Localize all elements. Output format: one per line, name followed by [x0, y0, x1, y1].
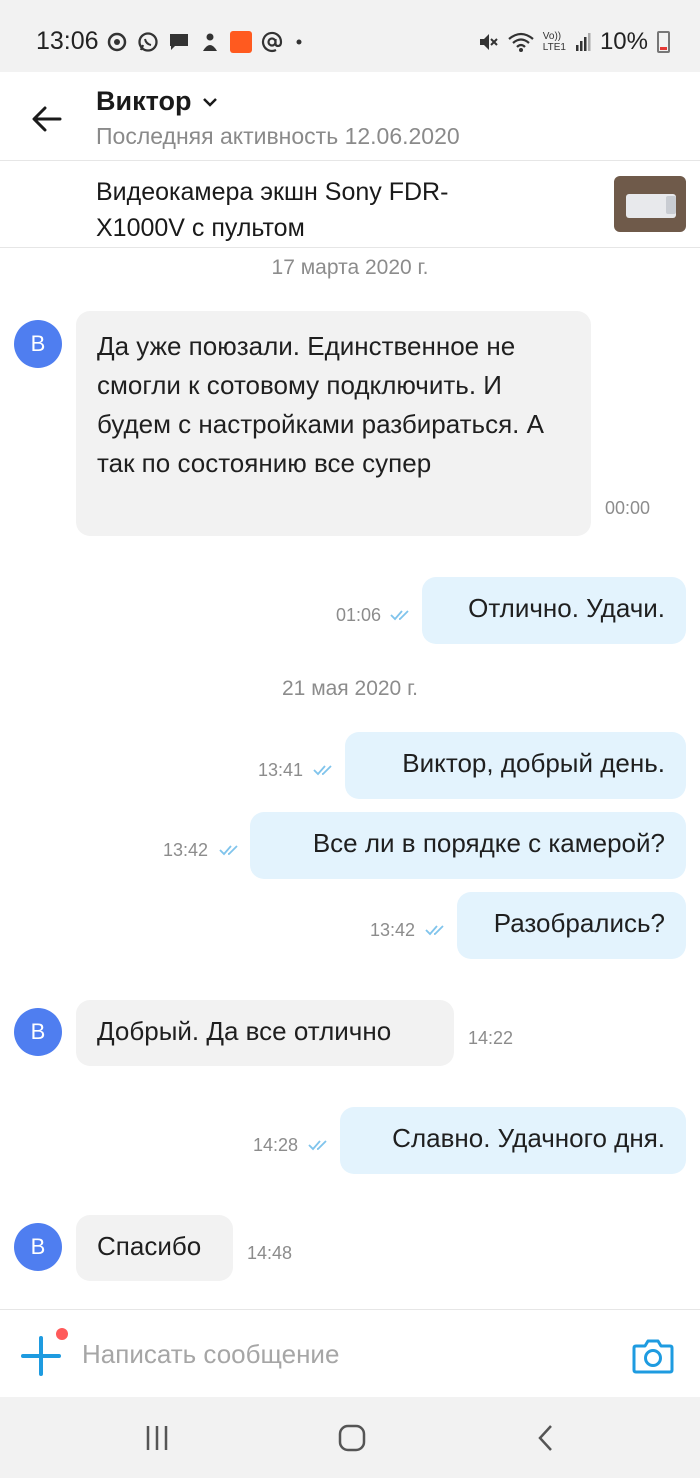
message-bubble-incoming[interactable]: Добрый. Да все отлично: [76, 1000, 454, 1066]
message-bubble-outgoing[interactable]: Отлично. Удачи.: [422, 577, 686, 644]
at-icon: [261, 31, 283, 53]
message-bubble-outgoing[interactable]: Все ли в порядке с камерой?: [250, 812, 686, 879]
battery-percent: 10%: [599, 28, 648, 55]
system-icons: Vo)) LTE1 10%: [477, 26, 670, 58]
double-check-icon: [390, 610, 409, 621]
signal-icon: [575, 33, 591, 51]
network-label: LTE1: [542, 42, 566, 53]
battery-icon: [657, 31, 670, 53]
plus-icon[interactable]: [20, 1335, 62, 1377]
message-bubble-incoming[interactable]: Спасибо: [76, 1215, 233, 1281]
notification-icon: [203, 33, 217, 51]
dot-icon: [296, 39, 302, 45]
notification-dot: [56, 1328, 68, 1340]
last-active-status: Последняя активность 12.06.2020: [96, 123, 460, 149]
date-separator: 17 марта 2020 г.: [271, 256, 429, 279]
listing-thumbnail[interactable]: [614, 176, 686, 232]
message-icon: [170, 34, 188, 50]
home-icon[interactable]: [335, 1421, 369, 1455]
chevron-down-icon[interactable]: [202, 94, 218, 110]
lte-icon: Vo)) LTE1: [543, 31, 566, 53]
message-bubble-incoming[interactable]: Да уже поюзали. Единственное не смогли к…: [76, 311, 591, 536]
status-time: 13:06: [36, 27, 99, 55]
notification-icons: [106, 26, 306, 58]
double-check-icon: [308, 1140, 327, 1151]
volte-label: Vo)): [542, 31, 562, 42]
avatar[interactable]: В: [14, 1008, 62, 1056]
contact-name[interactable]: Виктор: [96, 86, 191, 117]
camera-icon[interactable]: [632, 1336, 674, 1376]
sync-icon: [107, 32, 127, 52]
message-bubble-outgoing[interactable]: Разобрались?: [457, 892, 686, 959]
message-bubble-outgoing[interactable]: Славно. Удачного дня.: [340, 1107, 686, 1174]
double-check-icon: [219, 845, 238, 856]
recent-apps-icon[interactable]: [140, 1421, 174, 1455]
date-separator: 21 мая 2020 г.: [282, 677, 418, 700]
message-time: 14:22: [468, 1028, 514, 1048]
avatar[interactable]: В: [14, 320, 62, 368]
listing-title[interactable]: Видеокамера экшн Sony FDR-X1000V с пульт…: [96, 174, 496, 246]
message-bubble-outgoing[interactable]: Виктор, добрый день.: [345, 732, 686, 799]
system-nav-bar: [0, 1397, 700, 1478]
message-time: 13:41: [258, 760, 304, 780]
aliexpress-icon: [230, 31, 252, 53]
camera-lens: [666, 196, 676, 214]
message-input[interactable]: [82, 1334, 582, 1374]
message-time: 13:42: [163, 840, 209, 860]
back-nav-icon[interactable]: [530, 1421, 564, 1455]
status-bar: 13:06 Vo)) LTE1 10%: [0, 0, 700, 72]
whatsapp-icon: [138, 32, 158, 52]
mute-icon: [479, 34, 498, 50]
message-time: 13:42: [370, 920, 416, 940]
double-check-icon: [313, 765, 332, 776]
wifi-icon: [508, 32, 534, 52]
chat-header: Виктор Последняя активность 12.06.2020: [0, 72, 700, 161]
message-time: 14:48: [247, 1243, 293, 1263]
avatar[interactable]: В: [14, 1223, 62, 1271]
double-check-icon: [425, 925, 444, 936]
message-time: 14:28: [253, 1135, 299, 1155]
message-time: 01:06: [336, 605, 382, 625]
message-composer: [0, 1309, 700, 1398]
listing-banner[interactable]: Видеокамера экшн Sony FDR-X1000V с пульт…: [0, 161, 700, 248]
back-arrow-icon[interactable]: [30, 102, 64, 136]
message-time: 00:00: [605, 498, 651, 518]
